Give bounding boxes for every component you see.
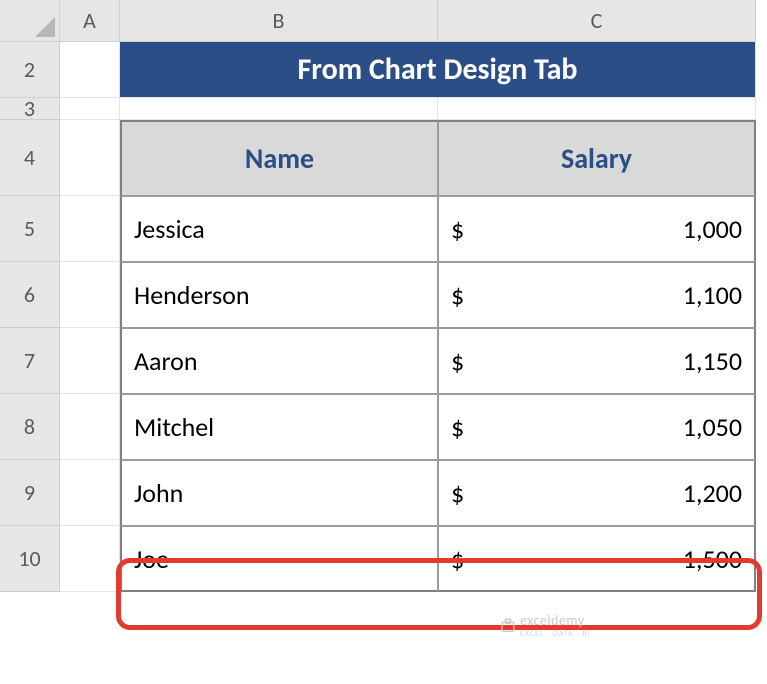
row-header-6[interactable]: 6 — [0, 262, 60, 328]
table-cell-salary[interactable]: $ 1,100 — [438, 262, 756, 328]
row-header-4[interactable]: 4 — [0, 120, 60, 196]
watermark-text: exceldemy — [520, 612, 585, 629]
table-cell-salary[interactable]: $ 1,500 — [438, 526, 756, 592]
cell-c3[interactable] — [438, 98, 756, 120]
table-cell-salary[interactable]: $ 1,200 — [438, 460, 756, 526]
currency-symbol: $ — [451, 345, 464, 377]
salary-value: 1,000 — [683, 213, 742, 245]
currency-symbol: $ — [451, 279, 464, 311]
table-cell-name[interactable]: Mitchel — [120, 394, 438, 460]
table-header-name[interactable]: Name — [120, 120, 438, 196]
cell-a8[interactable] — [60, 394, 120, 460]
currency-symbol: $ — [451, 213, 464, 245]
cell-a3[interactable] — [60, 98, 120, 120]
row-header-10[interactable]: 10 — [0, 526, 60, 592]
watermark: exceldemy EXCEL · DATA · BI — [500, 612, 591, 639]
cell-a10[interactable] — [60, 526, 120, 592]
cell-b3[interactable] — [120, 98, 438, 120]
row-header-9[interactable]: 9 — [0, 460, 60, 526]
table-cell-name[interactable]: Aaron — [120, 328, 438, 394]
column-header-c[interactable]: C — [438, 0, 756, 42]
cell-a5[interactable] — [60, 196, 120, 262]
table-cell-salary[interactable]: $ 1,050 — [438, 394, 756, 460]
cell-a9[interactable] — [60, 460, 120, 526]
salary-value: 1,200 — [683, 477, 742, 509]
row-header-2[interactable]: 2 — [0, 42, 60, 98]
table-cell-name[interactable]: John — [120, 460, 438, 526]
salary-value: 1,100 — [683, 279, 742, 311]
row-header-3[interactable]: 3 — [0, 98, 60, 120]
title-banner[interactable]: From Chart Design Tab — [120, 42, 756, 98]
table-cell-name[interactable]: Henderson — [120, 262, 438, 328]
table-header-salary[interactable]: Salary — [438, 120, 756, 196]
cell-a2[interactable] — [60, 42, 120, 98]
column-header-a[interactable]: A — [60, 0, 120, 42]
table-cell-salary[interactable]: $ 1,150 — [438, 328, 756, 394]
spreadsheet-grid: A B C 2 3 4 5 6 7 8 9 10 From Chart Desi… — [0, 0, 767, 592]
watermark-subtext: EXCEL · DATA · BI — [520, 629, 591, 639]
currency-symbol: $ — [451, 543, 464, 575]
table-cell-name[interactable]: Joe — [120, 526, 438, 592]
row-header-7[interactable]: 7 — [0, 328, 60, 394]
watermark-icon — [500, 618, 516, 634]
select-all-corner[interactable] — [0, 0, 60, 42]
table-cell-salary[interactable]: $ 1,000 — [438, 196, 756, 262]
salary-value: 1,050 — [683, 411, 742, 443]
select-all-triangle-icon — [35, 17, 55, 37]
cell-a4[interactable] — [60, 120, 120, 196]
cell-a7[interactable] — [60, 328, 120, 394]
row-header-8[interactable]: 8 — [0, 394, 60, 460]
currency-symbol: $ — [451, 477, 464, 509]
table-cell-name[interactable]: Jessica — [120, 196, 438, 262]
cell-a6[interactable] — [60, 262, 120, 328]
currency-symbol: $ — [451, 411, 464, 443]
row-header-5[interactable]: 5 — [0, 196, 60, 262]
salary-value: 1,500 — [683, 543, 742, 575]
column-header-b[interactable]: B — [120, 0, 438, 42]
salary-value: 1,150 — [683, 345, 742, 377]
